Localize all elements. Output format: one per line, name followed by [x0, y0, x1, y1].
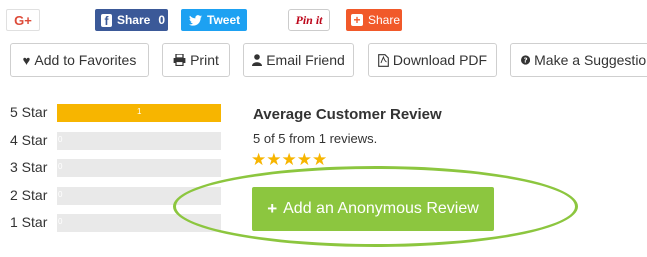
share-label: Share [368, 13, 401, 27]
pinterest-button[interactable]: Pin it [288, 9, 330, 31]
download-pdf-label: Download PDF [392, 52, 488, 68]
plus-icon: + [267, 199, 278, 218]
print-label: Print [190, 52, 219, 68]
email-friend-label: Email Friend [266, 52, 345, 68]
google-plus-label: G+ [14, 12, 32, 28]
download-pdf-button[interactable]: Download PDF [368, 43, 497, 77]
pinterest-label: Pin it [295, 12, 323, 27]
heart-icon: ♥ [22, 52, 31, 68]
average-review-title: Average Customer Review [253, 106, 442, 123]
rating-label-4: 4 Star [10, 132, 48, 148]
make-suggestion-button[interactable]: ? Make a Suggestion [510, 43, 647, 77]
add-anonymous-review-label: Add an Anonymous Review [283, 200, 479, 217]
average-review-summary: 5 of 5 from 1 reviews. [253, 131, 378, 146]
facebook-icon: f [101, 13, 112, 27]
user-icon [252, 54, 263, 66]
make-suggestion-label: Make a Suggestion [534, 52, 647, 68]
question-circle-icon: ? [521, 55, 531, 65]
share-button[interactable]: + Share [346, 9, 402, 31]
google-plus-button[interactable]: G+ [6, 9, 40, 31]
rating-count-4: 0 [58, 135, 63, 144]
rating-label-3: 3 Star [10, 159, 48, 175]
print-button[interactable]: Print [162, 43, 230, 77]
rating-label-2: 2 Star [10, 187, 48, 203]
rating-count-5: 1 [137, 107, 142, 116]
rating-count-3: 0 [58, 162, 63, 171]
tweet-button[interactable]: Tweet [181, 9, 247, 31]
tweet-label: Tweet [207, 13, 241, 27]
svg-text:?: ? [524, 57, 528, 65]
rating-bar-4[interactable]: 0 [57, 132, 221, 150]
printer-icon [173, 54, 186, 66]
rating-count-2: 0 [58, 190, 63, 199]
rating-label-1: 1 Star [10, 214, 48, 230]
add-to-favorites-button[interactable]: ♥ Add to Favorites [10, 43, 149, 77]
email-friend-button[interactable]: Email Friend [243, 43, 354, 77]
rating-count-1: 0 [58, 217, 63, 226]
plus-square-icon: + [351, 14, 363, 26]
twitter-icon [189, 14, 202, 26]
pdf-file-icon [378, 53, 389, 67]
add-to-favorites-label: Add to Favorites [34, 52, 137, 68]
rating-label-5: 5 Star [10, 104, 48, 120]
rating-bar-5[interactable]: 1 [57, 104, 221, 122]
rating-bar-3[interactable]: 0 [57, 159, 221, 177]
facebook-share-label: Share [116, 13, 151, 27]
add-anonymous-review-button[interactable]: + Add an Anonymous Review [252, 187, 494, 231]
facebook-share-count: 0 [155, 13, 168, 27]
facebook-share-button[interactable]: f Share 0 [95, 9, 168, 31]
